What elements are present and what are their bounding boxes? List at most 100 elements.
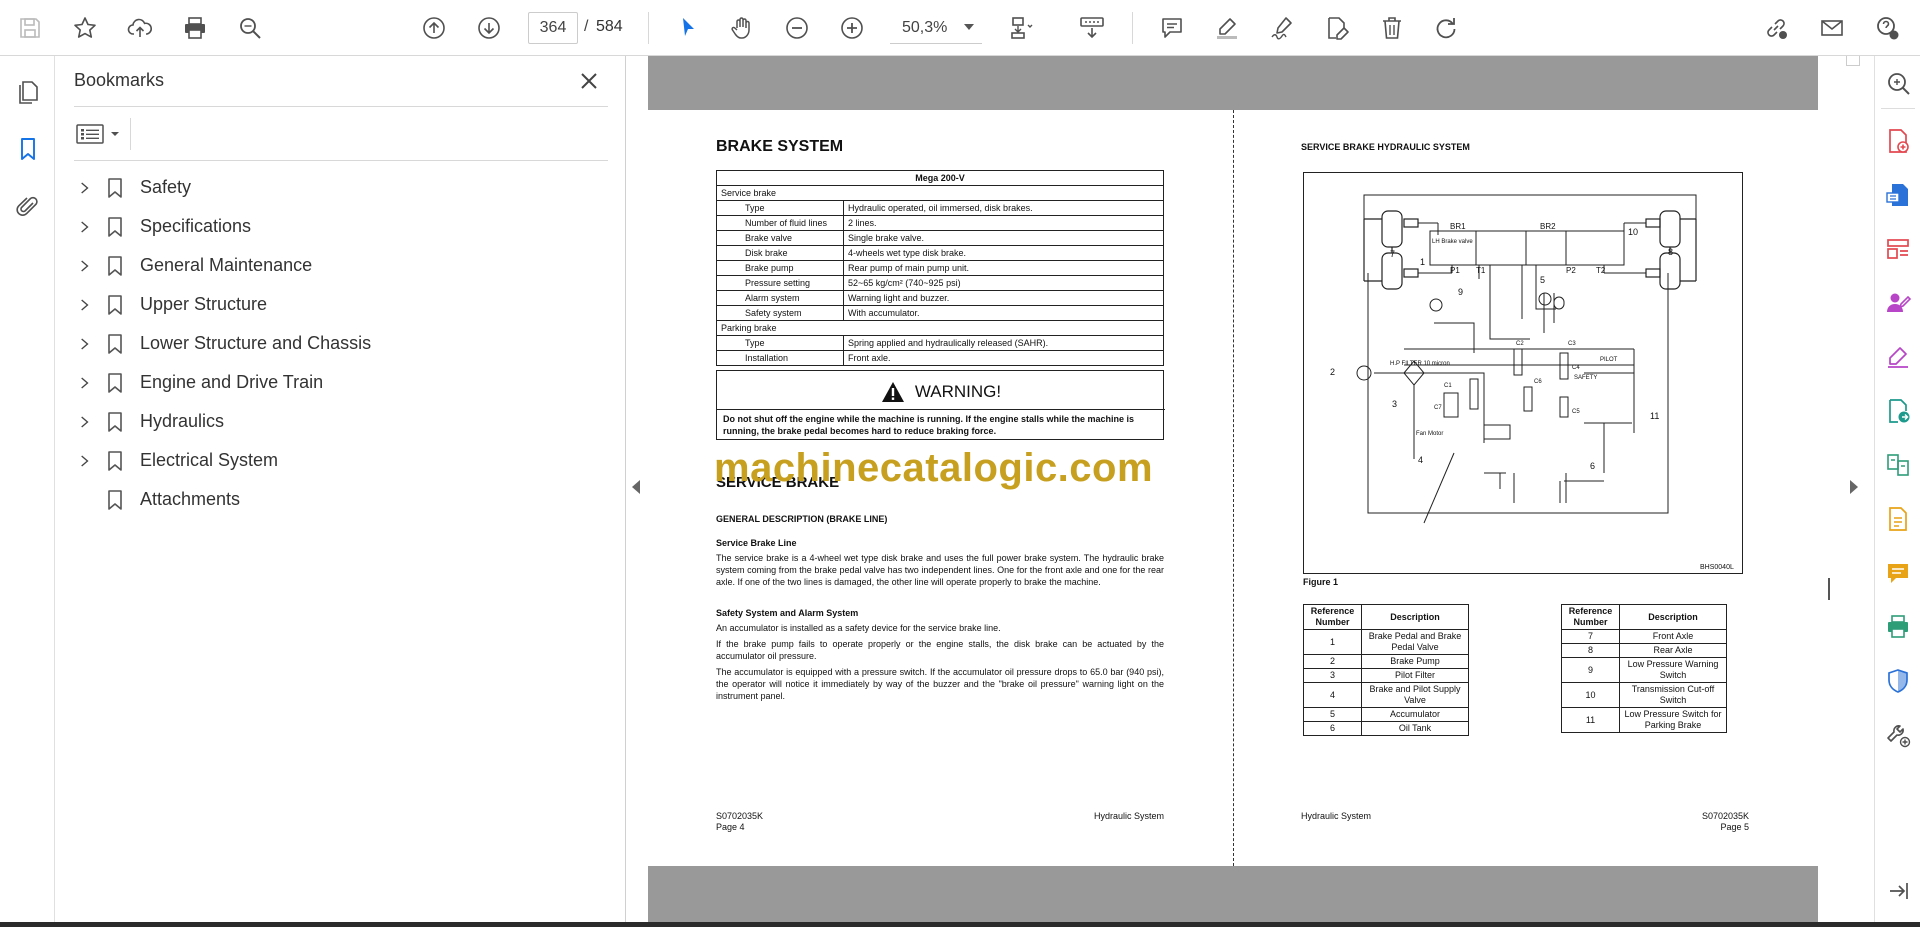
- share-link-icon[interactable]: [1758, 10, 1794, 46]
- label-brake-valve: LH Brake valve: [1432, 239, 1473, 245]
- save-icon[interactable]: [12, 10, 48, 46]
- star-icon[interactable]: [67, 10, 103, 46]
- label-br1: BR1: [1450, 222, 1466, 231]
- edit-pdf-icon[interactable]: [1319, 10, 1355, 46]
- help-account-icon[interactable]: [1870, 10, 1906, 46]
- ref-description: Brake Pump: [1361, 654, 1469, 669]
- subsection-heading: GENERAL DESCRIPTION (BRAKE LINE): [716, 514, 888, 524]
- paragraph: An accumulator is installed as a safety …: [716, 623, 1001, 633]
- zoom-out-icon[interactable]: [779, 10, 815, 46]
- chevron-right-icon[interactable]: [74, 216, 96, 238]
- bookmark-label: Electrical System: [140, 450, 279, 470]
- create-pdf-icon[interactable]: [1883, 126, 1913, 156]
- bookmark-options-button[interactable]: [76, 120, 120, 148]
- collapse-left-panel-icon[interactable]: [632, 480, 640, 494]
- protect-shield-icon[interactable]: [1883, 666, 1913, 696]
- spec-value: 2 lines.: [843, 215, 1164, 231]
- spec-key: Pressure setting: [716, 275, 844, 291]
- export-pdf-icon[interactable]: [1883, 180, 1913, 210]
- chevron-right-icon[interactable]: [74, 177, 96, 199]
- highlight-pen-icon[interactable]: [1209, 10, 1245, 46]
- previous-page-icon[interactable]: [416, 10, 452, 46]
- request-signatures-icon[interactable]: [1883, 288, 1913, 318]
- scan-ocr-icon[interactable]: [1883, 504, 1913, 534]
- compare-files-icon[interactable]: [1883, 450, 1913, 480]
- table-row: 1 Brake Pedal and Brake Pedal Valve: [1303, 629, 1469, 655]
- cloud-upload-icon[interactable]: [122, 10, 158, 46]
- label-c3: C3: [1568, 341, 1576, 347]
- bookmarks-panel: Bookmarks Safety Specifications General …: [56, 56, 626, 922]
- scrollbar-thumb[interactable]: [1828, 578, 1830, 600]
- bookmarks-title: Bookmarks: [74, 70, 165, 90]
- chevron-right-icon[interactable]: [74, 333, 96, 355]
- more-tools-icon[interactable]: [1883, 720, 1913, 750]
- table-row: Brake valve Single brake valve.: [716, 230, 1164, 246]
- table-row: 7 Front Axle: [1561, 629, 1727, 644]
- page-thumbnails-icon[interactable]: [11, 74, 45, 108]
- bookmark-item-engine-drive-train[interactable]: Engine and Drive Train: [70, 363, 610, 402]
- email-icon[interactable]: [1814, 10, 1850, 46]
- bookmark-panel-icon[interactable]: [11, 132, 45, 166]
- bookmark-item-general-maintenance[interactable]: General Maintenance: [70, 246, 610, 285]
- ref-description: Transmission Cut-off Switch: [1619, 682, 1727, 708]
- chevron-down-icon[interactable]: [964, 24, 974, 30]
- spec-key: Disk brake: [716, 245, 844, 261]
- table-row: Disk brake 4-wheels wet type disk brake.: [716, 245, 1164, 261]
- comment-icon[interactable]: [1154, 10, 1190, 46]
- zoom-in-icon[interactable]: [834, 10, 870, 46]
- send-track-icon[interactable]: [1883, 396, 1913, 426]
- page-number-input[interactable]: [528, 12, 578, 44]
- draw-signature-icon[interactable]: [1264, 10, 1300, 46]
- divider: [74, 160, 608, 161]
- next-page-icon[interactable]: [471, 10, 507, 46]
- spec-key: Type: [716, 335, 844, 351]
- scroll-mode-icon[interactable]: [1074, 10, 1110, 46]
- bookmark-item-attachments[interactable]: Attachments: [70, 480, 610, 519]
- page-fit-icon[interactable]: [1002, 10, 1038, 46]
- chevron-right-icon[interactable]: [74, 294, 96, 316]
- spec-group-label: Service brake: [716, 185, 1164, 201]
- bookmark-item-specifications[interactable]: Specifications: [70, 207, 610, 246]
- bookmark-item-upper-structure[interactable]: Upper Structure: [70, 285, 610, 324]
- bookmark-label: Attachments: [140, 489, 241, 509]
- hand-tool-icon[interactable]: [724, 10, 760, 46]
- comment-tool-icon[interactable]: [1883, 558, 1913, 588]
- warning-triangle-icon: [881, 382, 904, 402]
- scrollbar-track[interactable]: [1846, 56, 1860, 66]
- chevron-right-icon[interactable]: [74, 411, 96, 433]
- chevron-right-icon[interactable]: [74, 450, 96, 472]
- label-br2: BR2: [1540, 222, 1556, 231]
- spec-value: Single brake valve.: [843, 230, 1164, 246]
- bookmark-label: Safety: [140, 177, 192, 197]
- spec-value: Spring applied and hydraulically release…: [843, 335, 1164, 351]
- bookmark-item-safety[interactable]: Safety: [70, 168, 610, 207]
- expand-panel-icon[interactable]: [1883, 876, 1913, 906]
- print-icon[interactable]: [177, 10, 213, 46]
- bookmark-item-electrical-system[interactable]: Electrical System: [70, 441, 610, 480]
- paragraph: The service brake is a 4-wheel wet type …: [716, 553, 1164, 587]
- label-p1: P1: [1450, 266, 1460, 275]
- collapse-right-panel-icon[interactable]: [1850, 480, 1858, 494]
- chevron-right-icon[interactable]: [74, 255, 96, 277]
- spec-key: Brake valve: [716, 230, 844, 246]
- bookmark-icon: [104, 410, 126, 434]
- label-6: 6: [1590, 461, 1595, 471]
- attachments-icon[interactable]: [11, 190, 45, 224]
- close-icon[interactable]: [576, 68, 602, 94]
- fill-sign-icon[interactable]: [1883, 342, 1913, 372]
- label-pilot: PILOT: [1600, 357, 1618, 363]
- delete-icon[interactable]: [1374, 10, 1410, 46]
- redo-icon[interactable]: [1428, 10, 1464, 46]
- select-cursor-icon[interactable]: [670, 10, 706, 46]
- bookmark-label: Engine and Drive Train: [140, 372, 324, 392]
- bookmark-item-hydraulics[interactable]: Hydraulics: [70, 402, 610, 441]
- hydraulic-schematic: BR1 BR2 P1 T1 P2 T2 LH Brake valve H.P F…: [1330, 194, 1734, 571]
- bookmark-item-lower-structure[interactable]: Lower Structure and Chassis: [70, 324, 610, 363]
- organize-pages-icon[interactable]: [1883, 234, 1913, 264]
- search-icon[interactable]: [232, 10, 268, 46]
- zoom-tool-icon[interactable]: [1883, 68, 1913, 98]
- warning-title: WARNING!: [914, 382, 1002, 401]
- print-production-icon[interactable]: [1883, 612, 1913, 642]
- ref-description: Low Pressure Switch for Parking Brake: [1619, 707, 1727, 733]
- chevron-right-icon[interactable]: [74, 372, 96, 394]
